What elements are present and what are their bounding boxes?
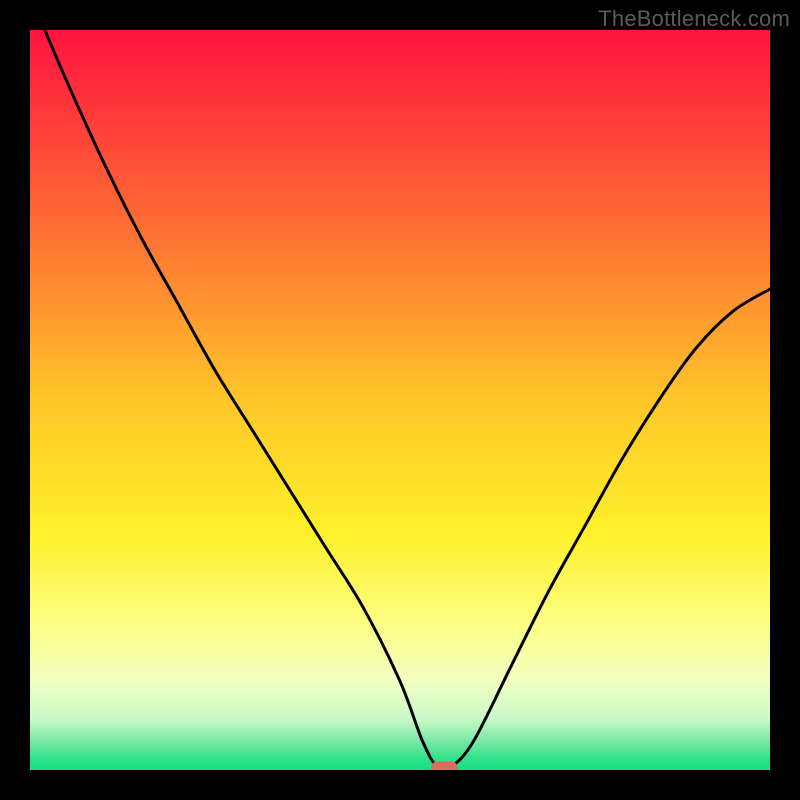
watermark-label: TheBottleneck.com xyxy=(598,6,790,32)
chart-frame: TheBottleneck.com xyxy=(0,0,800,800)
chart-svg xyxy=(30,30,770,770)
plot-area xyxy=(30,30,770,770)
optimal-marker xyxy=(431,761,457,770)
